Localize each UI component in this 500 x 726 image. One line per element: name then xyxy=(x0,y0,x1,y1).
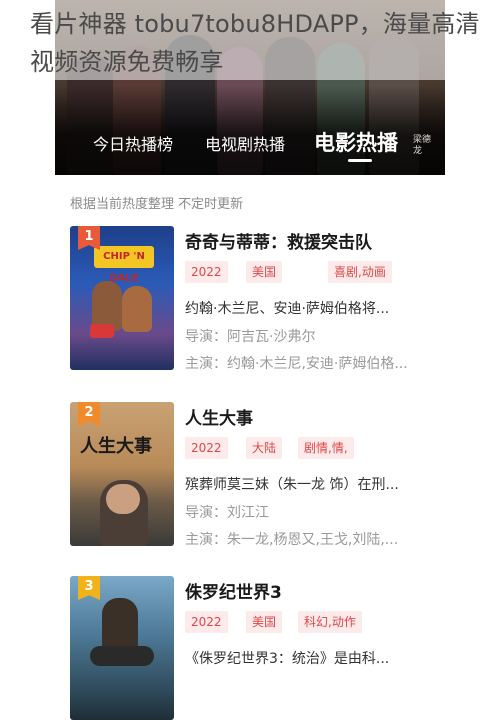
movie-director: 导演：刘江江 xyxy=(185,505,269,521)
movie-poster[interactable]: 人生大事 xyxy=(70,402,174,546)
tag-year[interactable]: 2022 xyxy=(185,611,228,633)
motorcycle xyxy=(90,646,154,666)
tag-region[interactable]: 美国 xyxy=(246,611,283,633)
tag-region[interactable]: 大陆 xyxy=(246,437,283,459)
movie-cast: 主演：朱一龙,杨恩又,王戈,刘陆,... xyxy=(185,532,399,548)
character-shirt xyxy=(90,324,114,338)
movie-title[interactable]: 侏罗纪世界3 xyxy=(185,578,282,603)
character-face xyxy=(106,484,140,514)
movie-title[interactable]: 奇奇与蒂蒂：救援突击队 xyxy=(185,228,372,253)
list-item[interactable]: CHIP 'N DALE 1 奇奇与蒂蒂：救援突击队 2022 美国 喜剧,动画… xyxy=(70,226,450,376)
movie-description: 约翰·木兰尼、安迪·萨姆伯格将... xyxy=(185,301,390,317)
tag-genre[interactable]: 剧情,情, xyxy=(298,437,354,459)
tab-movie-hot[interactable]: 电影热播 xyxy=(314,127,398,157)
tag-year[interactable]: 2022 xyxy=(185,437,228,459)
movie-title[interactable]: 人生大事 xyxy=(185,404,253,429)
list-subtitle: 根据当前热度整理 不定时更新 xyxy=(70,197,244,212)
movie-description: 《侏罗纪世界3：统治》是由科... xyxy=(185,651,390,667)
movie-poster[interactable]: CHIP 'N DALE xyxy=(70,226,174,370)
caption-text: 看片神器 tobu7tobu8HDAPP，海量高清视频资源免费畅享 xyxy=(30,10,480,76)
tag-region[interactable]: 美国 xyxy=(246,261,283,283)
tag-genre[interactable]: 科幻,动作 xyxy=(298,611,362,633)
poster-logo: CHIP 'N DALE xyxy=(94,246,154,284)
active-tab-indicator xyxy=(348,159,372,162)
tag-year[interactable]: 2022 xyxy=(185,261,228,283)
movie-director: 导演：阿吉瓦·沙弗尔 xyxy=(185,329,316,345)
movie-description: 殡葬师莫三妹（朱一龙 饰）在刑... xyxy=(185,477,399,493)
list-item[interactable]: 3 侏罗纪世界3 2022 美国 科幻,动作 《侏罗纪世界3：统治》是由科... xyxy=(70,576,450,726)
tag-genre[interactable]: 喜剧,动画 xyxy=(328,261,392,283)
movie-cast: 主演：约翰·木兰尼,安迪·萨姆伯格... xyxy=(185,356,408,372)
tab-today-hot[interactable]: 今日热播榜 xyxy=(93,131,173,155)
caption-overlay: 看片神器 tobu7tobu8HDAPP，海量高清视频资源免费畅享 xyxy=(0,0,500,80)
tab-tv-hot[interactable]: 电视剧热播 xyxy=(205,131,285,155)
character-figure xyxy=(122,286,152,332)
movie-poster[interactable] xyxy=(70,576,174,720)
list-item[interactable]: 人生大事 2 人生大事 2022 大陆 剧情,情, 殡葬师莫三妹（朱一龙 饰）在… xyxy=(70,402,450,552)
hero-credit: 梁德龙 xyxy=(413,135,432,156)
poster-title: 人生大事 xyxy=(80,436,152,457)
